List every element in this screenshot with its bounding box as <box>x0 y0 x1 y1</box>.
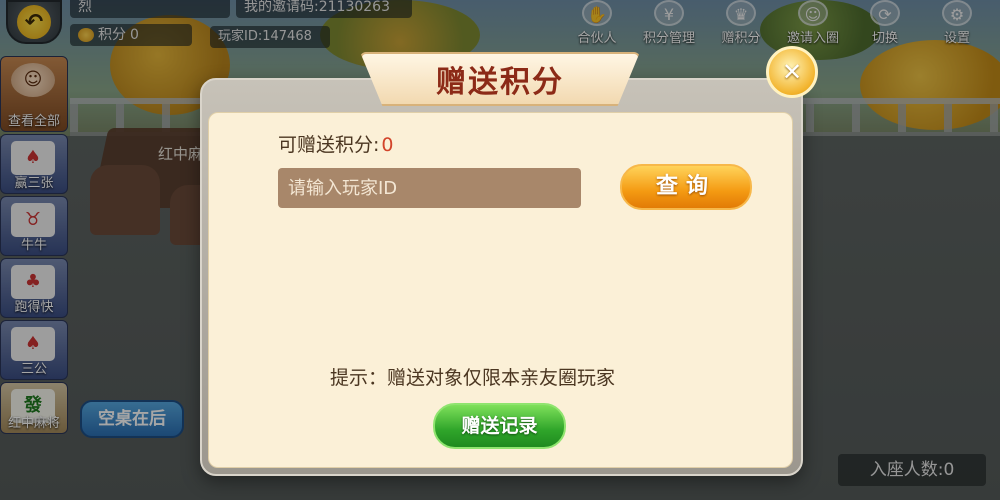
giftable-score: 可赠送积分: 0 <box>278 130 394 157</box>
dialog-title-ribbon: 赠送积分 <box>360 52 640 106</box>
query-button[interactable]: 查询 <box>620 164 752 210</box>
gift-records-button[interactable]: 赠送记录 <box>433 403 566 449</box>
giftable-value: 0 <box>381 134 394 156</box>
close-button[interactable]: ✕ <box>766 46 818 98</box>
dialog-title: 赠送积分 <box>436 65 564 100</box>
giftable-label: 可赠送积分: <box>278 134 380 156</box>
close-icon: ✕ <box>781 58 803 86</box>
hint-text: 提示：赠送对象仅限本亲友圈玩家 <box>330 367 616 389</box>
player-id-input[interactable] <box>278 168 581 208</box>
